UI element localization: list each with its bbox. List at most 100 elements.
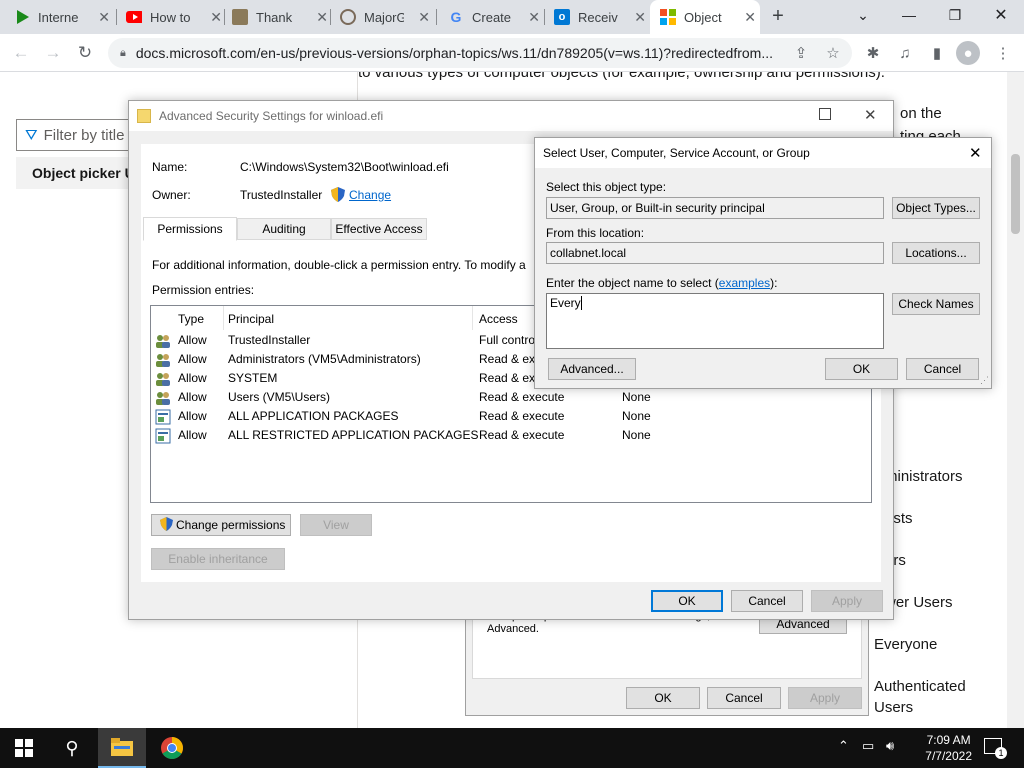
close-icon[interactable]: ✕ [528,9,540,26]
view-button[interactable]: View [300,514,372,536]
package-icon [155,409,171,425]
locations-button[interactable]: Locations... [892,242,980,264]
owner-label: Owner: [152,188,191,202]
lock-icon: 🔒︎ [120,46,126,59]
table-row[interactable]: Allow ALL RESTRICTED APPLICATION PACKAGE… [151,426,871,445]
page-side-snippet: on the [900,105,942,122]
profile-avatar-icon[interactable]: ● [956,41,980,65]
adv-cancel-button[interactable]: Cancel [731,590,803,612]
enter-label-suffix: ): [770,276,778,290]
close-icon[interactable]: ✕ [418,9,430,26]
permission-info-text: For additional information, double-click… [152,258,526,272]
row-access: Read & execute [479,428,565,442]
select-ok-button[interactable]: OK [825,358,898,380]
file-explorer-icon[interactable] [98,728,146,768]
search-icon[interactable]: ⚲ [48,728,96,768]
browser-tab-1[interactable]: Internet ✕ [14,4,114,30]
extensions-icon[interactable]: ✱ [862,42,884,64]
examples-link[interactable]: examples [719,276,770,290]
filter-icon: ⛛ [25,126,38,144]
adv-ok-button[interactable]: OK [651,590,723,612]
column-header-principal[interactable]: Principal [228,312,274,326]
close-icon[interactable]: ✕ [744,9,756,26]
close-icon[interactable]: ✕ [98,9,110,26]
close-icon[interactable]: ✕ [864,106,877,124]
browser-tab-4[interactable]: MajorG ✕ [340,4,434,30]
network-icon[interactable]: ▭ [862,738,874,754]
page-top-text: to various types of computer objects (fo… [358,72,885,81]
adv-apply-button[interactable]: Apply [811,590,883,612]
select-dialog-title: Select User, Computer, Service Account, … [543,146,810,160]
filter-placeholder: Filter by title [43,126,125,144]
column-header-access[interactable]: Access [479,312,518,326]
table-row[interactable]: Allow Users (VM5\Users) Read & execute N… [151,388,871,407]
tab-search-icon[interactable]: ⌄ [840,0,886,30]
browser-tab-3[interactable]: Thank Y ✕ [232,4,332,30]
row-access: Read & exe [479,352,542,366]
scrollbar-thumb[interactable] [1011,154,1020,234]
object-name-input[interactable]: Every [546,293,884,349]
forward-icon[interactable]: → [40,40,66,66]
browser-tab-active[interactable]: Object ✕ [650,0,760,34]
address-bar[interactable]: 🔒︎ docs.microsoft.com/en-us/previous-ver… [108,38,852,68]
maximize-icon[interactable] [819,108,831,120]
bookmark-star-icon[interactable]: ☆ [822,42,844,64]
back-icon[interactable]: ← [8,40,34,66]
column-divider [472,306,473,330]
resize-grip-icon[interactable]: ⋰ [980,375,989,386]
bg-cancel-button[interactable]: Cancel [707,687,781,709]
row-type: Allow [178,352,207,366]
side-panel-icon[interactable]: ▮ [926,42,948,64]
enter-object-name-label: Enter the object name to select (example… [546,276,777,290]
restore-icon[interactable]: ❐ [932,0,978,30]
minimize-icon[interactable]: — [886,0,932,30]
play-triangle-icon [14,9,30,25]
close-icon[interactable]: ✕ [634,9,646,26]
nav-item-object-picker[interactable]: Object picker U [16,157,136,189]
volume-icon[interactable]: 🔊︎ [886,738,894,754]
tab-divider [224,9,225,25]
enable-inheritance-button[interactable]: Enable inheritance [151,548,285,570]
reload-icon[interactable]: ↻ [72,40,98,66]
change-owner-link[interactable]: Change [349,188,391,202]
browser-tab-5[interactable]: G Create ✕ [448,4,544,30]
browser-tab-6[interactable]: o Receive ✕ [554,4,650,30]
select-advanced-button[interactable]: Advanced... [548,358,636,380]
tab-divider [436,9,437,25]
page-list-snippet: Users [874,699,914,716]
check-names-button[interactable]: Check Names [892,293,980,315]
close-icon[interactable]: ✕ [969,144,982,162]
row-inherited-from: None [622,409,651,423]
start-button[interactable] [0,728,48,768]
close-icon[interactable]: ✕ [210,9,222,26]
tab-auditing[interactable]: Auditing [237,218,331,240]
notification-count-badge: 1 [995,747,1007,759]
users-icon [155,371,171,387]
tools-icon [232,9,248,25]
new-tab-button[interactable]: + [766,4,790,28]
close-icon[interactable]: ✕ [316,9,328,26]
system-clock[interactable]: 7:09 AM 7/7/2022 [925,732,972,764]
filter-by-title-input[interactable]: ⛛ Filter by title [16,119,136,151]
package-icon [155,428,171,444]
object-types-button[interactable]: Object Types... [892,197,980,219]
browser-tab-2[interactable]: How to ✕ [126,4,226,30]
close-window-icon[interactable]: ✕ [978,0,1024,30]
menu-kebab-icon[interactable]: ⋮ [992,42,1014,64]
select-cancel-button[interactable]: Cancel [906,358,979,380]
page-scrollbar[interactable] [1007,72,1024,728]
row-principal: TrustedInstaller [228,333,311,347]
show-hidden-icons-chevron-icon[interactable]: ⌃ [838,738,849,754]
bg-ok-button[interactable]: OK [626,687,700,709]
bg-apply-button[interactable]: Apply [788,687,862,709]
share-icon[interactable]: ⇪ [790,42,812,64]
tab-effective-access[interactable]: Effective Access [331,218,427,240]
change-permissions-button[interactable]: Change permissions [151,514,291,536]
media-icon[interactable]: ♫ [894,42,916,64]
table-row[interactable]: Allow ALL APPLICATION PACKAGES Read & ex… [151,407,871,426]
chrome-icon[interactable] [148,728,196,768]
uac-shield-icon [331,187,345,205]
clock-date: 7/7/2022 [925,749,972,763]
tab-permissions[interactable]: Permissions [143,217,237,241]
column-header-type[interactable]: Type [178,312,204,326]
